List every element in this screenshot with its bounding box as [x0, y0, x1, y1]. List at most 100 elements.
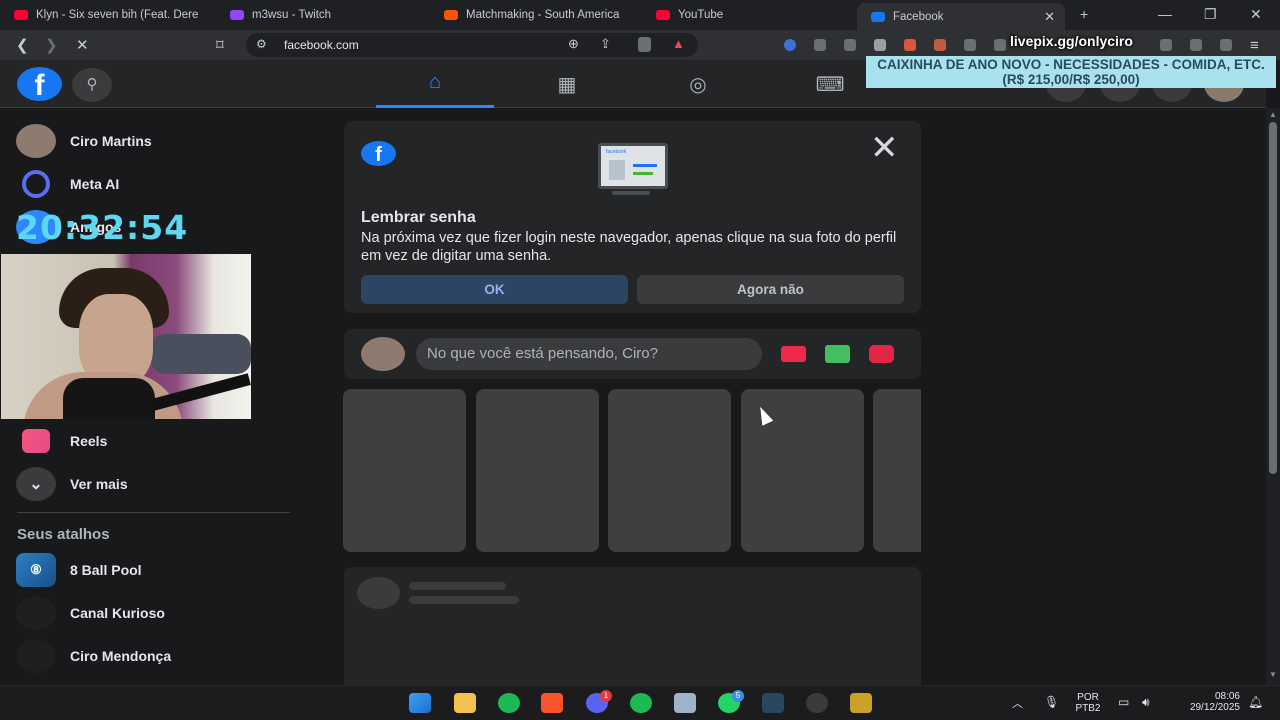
app-icon[interactable] — [850, 693, 872, 713]
restore-icon[interactable]: ❐ — [1204, 6, 1217, 23]
taskbar-time: 08:06 — [1214, 691, 1240, 702]
tab-twitch[interactable]: m3wsu - Twitch — [216, 0, 426, 30]
game-client-icon[interactable] — [806, 693, 828, 713]
story-placeholder[interactable] — [343, 389, 466, 552]
reels-icon — [16, 424, 56, 458]
sidebar-item-label: Ciro Martins — [70, 133, 152, 149]
shortcut-label: Ciro Mendonça — [70, 648, 172, 664]
sidebar-item-meta-ai[interactable]: Meta AI — [16, 166, 119, 202]
not-now-button[interactable]: Agora não — [637, 275, 904, 304]
spotify-icon[interactable] — [498, 693, 520, 713]
search-icon[interactable]: ⚲ — [72, 68, 112, 102]
leo-ai-icon[interactable] — [1190, 39, 1202, 51]
google-icon[interactable] — [874, 39, 886, 51]
tab-faceit[interactable]: Matchmaking - South America — [430, 0, 635, 30]
tab-youtube-klyn[interactable]: Klyn - Six seven bih (Feat. Dere — [0, 0, 220, 30]
back-icon[interactable]: ❮ — [16, 36, 29, 54]
scroll-down-icon[interactable]: ▼ — [1269, 670, 1277, 679]
browser-tab-strip: Klyn - Six seven bih (Feat. Dere m3wsu -… — [0, 0, 1280, 30]
forward-icon[interactable]: ❯ — [45, 36, 58, 54]
microphone-icon[interactable]: 🎙︎ — [1044, 695, 1059, 709]
skeleton-line — [409, 596, 519, 604]
overlay-donation-url: livepix.gg/onlyciro — [1010, 33, 1133, 49]
banner-line-2: (R$ 215,00/R$ 250,00) — [1002, 72, 1140, 87]
tab-title: m3wsu - Twitch — [252, 9, 332, 21]
reel-icon[interactable] — [869, 345, 894, 363]
address-bar[interactable]: ⚙ facebook.com ⊕ ⇪ ▲ — [246, 33, 698, 57]
windows-taskbar: 1 5 ︿ 🎙︎ POR PTB2 ▭ 🔊︎ 08:06 29/12/2025 … — [0, 685, 1280, 720]
share-icon[interactable]: ⇪ — [600, 36, 611, 52]
scroll-up-icon[interactable]: ▲ — [1269, 110, 1277, 119]
bookmark-icon[interactable]: ⌑ — [216, 36, 224, 54]
new-tab-button[interactable]: + — [1080, 6, 1088, 22]
shortcut-8-ball-pool[interactable]: ⑧ 8 Ball Pool — [16, 552, 142, 588]
faceit-icon — [444, 10, 458, 20]
steam-icon[interactable] — [762, 693, 784, 713]
zoom-icon[interactable]: ⊕ — [568, 36, 579, 52]
tray-chevron-icon[interactable]: ︿ — [1012, 695, 1023, 711]
close-window-icon[interactable]: ✕ — [1250, 6, 1262, 23]
meta-ai-icon — [16, 167, 56, 201]
nav-groups[interactable]: ◎ — [639, 60, 757, 108]
shortcut-ciro-mendonca[interactable]: Ciro Mendonça — [16, 638, 171, 674]
notifications-icon[interactable]: 🔔︎ — [1248, 695, 1263, 709]
facebook-logo[interactable]: f — [17, 67, 62, 102]
shortcut-canal-kurioso[interactable]: Canal Kurioso — [16, 595, 165, 631]
tab-title: Klyn - Six seven bih (Feat. Dere — [36, 9, 199, 21]
language-indicator[interactable]: POR PTB2 — [1066, 692, 1110, 714]
tab-facebook[interactable]: Facebook ✕ — [857, 3, 1065, 30]
story-placeholder[interactable] — [873, 389, 921, 552]
story-placeholder[interactable] — [608, 389, 731, 552]
story-placeholder[interactable] — [476, 389, 599, 552]
groups-icon: ◎ — [689, 73, 707, 96]
sidebar-item-reels[interactable]: Reels — [16, 423, 107, 459]
extension-icon[interactable] — [784, 39, 796, 51]
shortcut-label: 8 Ball Pool — [70, 562, 142, 578]
tab-youtube[interactable]: YouTube — [642, 0, 842, 30]
photo-video-icon[interactable] — [825, 345, 850, 363]
nav-home[interactable]: ⌂ — [376, 60, 494, 108]
notepad-icon[interactable] — [674, 693, 696, 713]
page-scrollbar[interactable]: ▲ ▼ — [1266, 108, 1280, 685]
remember-password-card: f facebook ✕ Lembrar senha Na próxima ve… — [344, 121, 921, 313]
vpn-icon[interactable] — [1220, 39, 1232, 51]
tab-title: YouTube — [678, 9, 724, 21]
composer-input[interactable]: No que você está pensando, Ciro? — [416, 338, 762, 370]
clock-date[interactable]: 08:06 29/12/2025 — [1168, 691, 1240, 713]
menu-icon[interactable]: ≡ — [1250, 37, 1259, 54]
extensions-puzzle-icon[interactable] — [994, 39, 1006, 51]
brave-rewards-icon[interactable]: ▲ — [672, 36, 685, 51]
sidebar-item-see-more[interactable]: ⌄ Ver mais — [16, 466, 128, 502]
extension-icon[interactable] — [964, 39, 976, 51]
nav-marketplace[interactable]: ▦ — [508, 60, 626, 108]
close-icon[interactable]: ✕ — [870, 131, 899, 165]
extension-icon[interactable] — [844, 39, 856, 51]
sidebar-item-profile[interactable]: Ciro Martins — [16, 123, 152, 159]
file-explorer-icon[interactable] — [454, 693, 476, 713]
overlay-clock: 20:32:54 — [16, 208, 189, 247]
extension-icon[interactable] — [904, 39, 916, 51]
close-tab-icon[interactable]: ✕ — [1044, 9, 1055, 25]
wallet-icon[interactable] — [1160, 39, 1172, 51]
brave-browser-icon[interactable] — [541, 693, 563, 713]
windows-start-icon[interactable] — [409, 693, 431, 713]
volume-icon[interactable]: 🔊︎ — [1142, 695, 1150, 710]
webcam-bed — [151, 334, 251, 374]
stop-loading-icon[interactable]: ✕ — [76, 36, 89, 54]
brave-shields-icon[interactable] — [638, 37, 651, 52]
illustration-line — [633, 164, 657, 167]
site-settings-icon[interactable]: ⚙ — [256, 37, 267, 51]
post-loading-skeleton — [344, 567, 921, 692]
minimize-icon[interactable]: — — [1158, 6, 1172, 22]
spotify-icon[interactable] — [630, 693, 652, 713]
scroll-thumb[interactable] — [1269, 122, 1277, 474]
ok-button[interactable]: OK — [361, 275, 628, 304]
tab-title: Facebook — [893, 10, 944, 23]
extension-icon[interactable] — [934, 39, 946, 51]
overlay-donation-banner: CAIXINHA DE ANO NOVO - NECESSIDADES - CO… — [866, 56, 1276, 88]
extension-icon[interactable] — [814, 39, 826, 51]
facebook-icon — [871, 11, 885, 22]
live-video-icon[interactable] — [781, 346, 806, 362]
gaming-icon: ⌨ — [815, 73, 845, 96]
network-icon[interactable]: ▭ — [1118, 695, 1129, 709]
